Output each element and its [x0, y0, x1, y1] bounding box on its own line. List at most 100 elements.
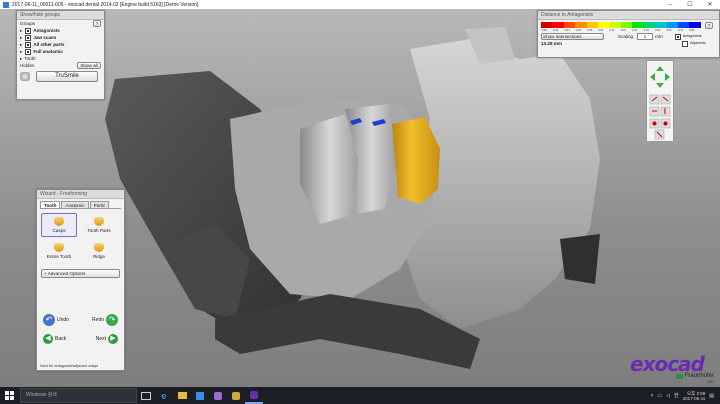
scale-tick-label: 0.31: [632, 29, 638, 32]
expand-icon[interactable]: ▸: [20, 27, 22, 34]
expand-icon[interactable]: ▸: [20, 48, 22, 55]
igd-text: IGD: [706, 379, 714, 384]
color-swatch: [689, 22, 701, 28]
show-intersections-select[interactable]: Show intersections: [541, 33, 604, 40]
group-checkbox[interactable]: [25, 41, 32, 48]
view-back-icon[interactable]: [660, 94, 671, 105]
notification-icon[interactable]: ▤: [709, 393, 714, 399]
redo-button[interactable]: Redo ↷: [92, 314, 118, 326]
expand-icon[interactable]: ▸: [20, 34, 22, 41]
clock[interactable]: 오후 2:58 2017-06-11: [683, 391, 706, 401]
tooth-group-row[interactable]: ▸ Tooth: [17, 55, 104, 62]
scale-tick-label: 0.01: [598, 29, 604, 32]
adjacents-checkbox[interactable]: [681, 40, 688, 47]
group-label: Antagonists: [33, 28, 60, 33]
group-checkbox[interactable]: [25, 48, 32, 55]
start-button[interactable]: [0, 387, 18, 404]
group-item[interactable]: ▸ Full anatomic: [17, 48, 104, 55]
file-explorer-icon[interactable]: [173, 387, 191, 404]
exocad-taskbar-icon[interactable]: [245, 387, 263, 404]
tool-tooth-parts[interactable]: Tooth Parts: [81, 213, 117, 237]
color-swatch: [655, 22, 667, 28]
tab-tooth[interactable]: Tooth: [40, 201, 61, 208]
expand-icon[interactable]: ▸: [20, 55, 22, 62]
tool-entire-tooth[interactable]: Entire Tooth: [41, 239, 77, 263]
view-right-icon[interactable]: [660, 106, 671, 117]
wizard-hint: Next for antagonist/adjacent adapt: [40, 364, 98, 368]
group-checkbox[interactable]: [25, 34, 32, 41]
wizard-panel: Wizard - Freeforming Tooth Anatomic Portic…: [36, 189, 125, 371]
clock-date: 2017-06-11: [682, 395, 706, 401]
redo-icon: ↷: [106, 314, 118, 326]
tool-ridge[interactable]: Ridge: [81, 239, 117, 263]
tray-up-arrow-icon[interactable]: ˄: [650, 393, 653, 399]
distance-panel-header: Distance to Antagonists: [538, 11, 719, 20]
group-item[interactable]: ▸ Antagonists: [17, 27, 104, 34]
color-swatch: [632, 22, 644, 28]
maximize-button[interactable]: ☐: [680, 1, 700, 8]
arrow-up-icon[interactable]: [656, 66, 664, 71]
scale-tick-label: 0.71: [678, 29, 684, 32]
undo-button[interactable]: ↶ Undo: [43, 314, 69, 326]
volume-icon[interactable]: ◁: [666, 393, 670, 399]
app-icon-1[interactable]: [209, 387, 227, 404]
app-icon-2[interactable]: [227, 387, 245, 404]
tab-portic[interactable]: Portic: [89, 201, 110, 208]
arrow-left-icon[interactable]: [650, 73, 655, 81]
store-icon[interactable]: [191, 387, 209, 404]
color-swatch: [598, 22, 610, 28]
arrow-right-icon[interactable]: [665, 73, 670, 81]
edge-icon[interactable]: e: [155, 387, 173, 404]
next-arrow-icon: ▶: [108, 334, 118, 344]
distance-scale-ticks: -0.81 -0.61 -0.41 -0.21 -0.01 0.01 0.11 0.21 0.3…: [538, 29, 701, 32]
task-view-icon[interactable]: [137, 387, 155, 404]
back-arrow-icon: ◀: [43, 334, 53, 344]
back-button[interactable]: ◀ Back: [43, 334, 66, 344]
tool-label: Entire Tooth: [46, 254, 72, 259]
scaling-label: Scaling: [618, 34, 634, 39]
3d-viewport[interactable]: Show/hide groups Groups ? ▸ Antagonists ▸ J…: [0, 9, 720, 387]
group-checkbox[interactable]: [25, 27, 32, 34]
minimize-button[interactable]: –: [660, 2, 680, 8]
show-all-button[interactable]: Show all: [77, 62, 101, 69]
tooth-icon: [54, 217, 64, 226]
antagonists-checkbox[interactable]: [674, 33, 681, 40]
tool-cusps[interactable]: Cusps: [41, 213, 77, 237]
show-hide-groups-header: Show/hide groups: [17, 11, 104, 20]
taskbar-search-box[interactable]: Windows 검색: [20, 388, 137, 403]
close-button[interactable]: ✕: [700, 1, 720, 8]
group-item[interactable]: ▸ Jaw scans: [17, 34, 104, 41]
advanced-options-button[interactable]: + Advanced Options: [41, 269, 120, 278]
tab-anatomic[interactable]: Anatomic: [61, 201, 89, 208]
scale-tick-label: 0.81: [689, 29, 695, 32]
help-button[interactable]: ?: [93, 20, 101, 27]
tooth-thumbnail-icon: [20, 72, 30, 81]
next-button[interactable]: Next ▶: [96, 334, 118, 344]
group-item[interactable]: ▸ All other parts: [17, 41, 104, 48]
network-icon[interactable]: ▭: [657, 393, 662, 399]
scale-tick-label: 0.11: [609, 29, 615, 32]
help-button[interactable]: ?: [705, 22, 713, 29]
scale-tick-label: -0.21: [575, 29, 582, 32]
view-bottom-icon[interactable]: [660, 118, 671, 129]
trusmile-button[interactable]: TruSmile: [36, 71, 98, 82]
tool-label: Cusps: [52, 228, 66, 233]
group-label: All other parts: [33, 42, 65, 47]
view-front-icon[interactable]: [649, 94, 660, 105]
language-indicator[interactable]: 한: [674, 392, 679, 399]
color-swatch: [563, 22, 576, 28]
view-occlusal-icon[interactable]: [654, 129, 665, 140]
adjacents-label: Adjacents: [689, 41, 706, 45]
scaling-input[interactable]: 1: [637, 33, 654, 40]
next-label: Next: [95, 336, 106, 342]
expand-icon[interactable]: ▸: [20, 41, 22, 48]
distance-color-scale: [541, 22, 701, 28]
color-swatch: [678, 22, 690, 28]
color-swatch: [586, 22, 599, 28]
arrow-down-icon[interactable]: [656, 83, 664, 88]
view-left-icon[interactable]: [649, 106, 660, 117]
color-swatch: [666, 22, 679, 28]
view-top-icon[interactable]: [649, 118, 660, 129]
color-swatch: [620, 22, 633, 28]
scale-tick-label: 0.41: [643, 29, 649, 32]
